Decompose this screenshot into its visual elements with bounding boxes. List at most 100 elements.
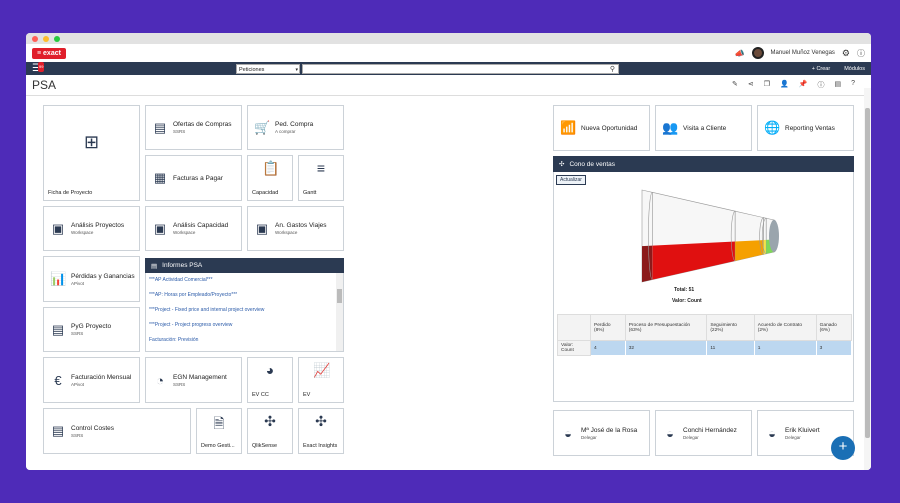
scrollbar[interactable] [336,273,343,351]
table-cell[interactable]: 4 [590,340,626,356]
table-cell[interactable]: 11 [706,340,755,356]
tile-label: Ofertas de Compras [173,121,232,128]
search-input[interactable]: ⚲ [302,64,619,74]
copy-icon[interactable]: ❐ [764,80,770,90]
tile-label: Facturación Mensual [71,373,132,381]
tile-label: Facturas a Pagar [173,174,223,182]
layout-icon[interactable]: ▤ [834,80,841,90]
info-icon[interactable]: ⓘ [817,80,824,90]
meeting-icon: 👥 [662,120,679,135]
tile-analisis-proyectos[interactable]: ▣ Análisis Proyectos Workspace [43,206,140,251]
maximize-dot[interactable] [54,35,60,42]
tile-sub: Workspace [275,230,298,235]
tile-demo-gestion[interactable]: 🗎 Demo Gesti... [196,408,242,454]
report-link[interactable]: ***Project - Project progress overview [146,318,343,333]
tile-gastos-viajes[interactable]: ▣ An. Gastos Viajes Workspace [247,206,344,251]
report-link[interactable]: Facturación: Previsión [146,333,343,348]
main-content: ⊞ Ficha de Proyecto ▤ Ofertas de Compras… [26,96,871,470]
globe-icon: 🌐 [764,120,781,135]
tile-ofertas-compras[interactable]: ▤ Ofertas de Compras SSRS [145,105,242,150]
page-scrollbar[interactable] [864,88,871,470]
scrollbar-thumb[interactable] [337,289,342,303]
tile-label: Reporting Ventas [785,124,835,132]
modules-button[interactable]: Módulos [844,66,865,72]
gear-icon[interactable]: ⚙ [842,48,850,59]
user-name[interactable]: Manuel Muñoz Venegas [771,50,835,56]
tile-gantt[interactable]: ≡ Gantt [298,155,344,201]
table-row[interactable]: Valor: Count 4 32 11 1 3 [557,340,853,356]
tile-label: PyG Proyecto [71,323,112,330]
report-icon: ▤ [153,119,167,135]
tile-egn-management[interactable]: ◔ EGN Management SSRS [145,357,242,403]
bar-chart-icon: 📊 [50,271,67,286]
org-chart-icon: ⊞ [83,132,100,152]
tile-facturacion-mensual[interactable]: € Facturación Mensual APivot [43,357,140,403]
mask-icon: ◒ [564,425,572,441]
tile-exact-insights[interactable]: ✣ Exact Insights [298,408,344,454]
chevron-down-icon: ▾ [295,67,298,73]
menu-icon[interactable]: ☰ 99 [32,61,45,74]
scrollbar-thumb[interactable] [865,108,870,438]
row-label: Valor: Count [557,340,591,356]
report-link[interactable]: ***AP: Horas por Empleado/Proyecto*** [146,288,343,303]
network-icon: ✣ [559,161,565,168]
tile-facturas-pagar[interactable]: ▦ Facturas a Pagar [145,155,242,201]
tile-ped-compra[interactable]: 🛒 Ped. Compra A comprar [247,105,344,150]
tile-label: Mª José de la Rosa [581,426,638,434]
report-icon: ▤ [151,262,158,270]
tile-sub: Delegar [581,434,597,440]
tile-label: Ficha de Proyecto [48,190,93,196]
tile-label: Pérdidas y Ganancias [71,272,135,280]
tile-analisis-capacidad[interactable]: ▣ Análisis Capacidad Workspace [145,206,242,251]
close-dot[interactable] [32,35,38,42]
table-header-row: Perdido (8%) Proceso de Presupuestación … [557,314,853,341]
pencil-icon[interactable]: ✎ [732,80,738,90]
report-icon: ▤ [51,321,65,337]
tile-ev-cc[interactable]: ◕ EV CC [247,357,293,403]
tile-perdidas-ganancias[interactable]: 📊 Pérdidas y Ganancias APivot [43,256,140,302]
table-cell[interactable]: 32 [624,340,708,356]
create-button[interactable]: + Crear [812,66,831,72]
add-button[interactable]: + [831,436,855,460]
help-icon[interactable]: ? [851,80,855,90]
tile-reporting-ventas[interactable]: 🌐 Reporting Ventas [757,105,854,151]
search-scope-select[interactable]: Peticiones ▾ [236,64,300,74]
tile-ficha-proyecto[interactable]: ⊞ Ficha de Proyecto [43,105,140,201]
tile-sub: A comprar [275,129,296,134]
tile-label: Control Costes [71,424,114,432]
search-icon[interactable]: ⚲ [610,65,615,74]
table-cell[interactable]: 3 [815,340,853,356]
tile-label: Demo Gesti... [201,443,235,449]
browser-window: ≡ exact 📣 Manuel Muñoz Venegas ⚙ ⓘ ☰ 99 P… [26,33,871,470]
line-chart-icon: 📈 [313,362,331,378]
tile-person-1[interactable]: ◒ Mª José de la Rosa Delegar [553,410,650,456]
tile-visita-cliente[interactable]: 👥 Visita a Cliente [655,105,752,151]
report-link[interactable]: ***AP Actividad Comercial*** [146,273,343,288]
megaphone-icon[interactable]: 📣 [735,49,745,58]
exact-logo[interactable]: ≡ exact [32,47,66,59]
cono-title: Cono de ventas [569,160,615,168]
tile-qliksense[interactable]: ✣ QlikSense [247,408,293,454]
tile-pyg-proyecto[interactable]: ▤ PyG Proyecto SSRS [43,307,140,352]
table-cell[interactable]: 1 [753,340,817,356]
tile-person-2[interactable]: ◒ Conchi Hernández Delegar [655,410,752,456]
avatar[interactable] [751,47,764,59]
trend-icon: 📶 [560,120,577,135]
info-icon[interactable]: ⓘ [857,48,865,59]
tile-nueva-oportunidad[interactable]: 📶 Nueva Oportunidad [553,105,650,151]
search-scope-value: Peticiones [239,67,265,73]
tile-control-costes[interactable]: ▤ Control Costes SSRS [43,408,191,454]
share-icon[interactable]: ⋖ [748,80,754,90]
invoice-icon: ▦ [153,170,167,185]
tile-label: Erik Kluivert [785,426,820,434]
pin-icon[interactable]: 📌 [799,80,808,90]
tile-ev[interactable]: 📈 EV [298,357,344,403]
funnel-chart: Total: 51 Valor: Count [641,189,779,304]
minimize-dot[interactable] [43,35,49,42]
user-icon[interactable]: 👤 [780,80,789,90]
informes-header: ▤ Informes PSA [145,258,344,273]
tile-capacidad[interactable]: 📋 Capacidad [247,155,293,201]
mask-icon: ◒ [666,425,674,441]
tile-label: EV [303,392,311,398]
report-link[interactable]: ***Project - Fixed price and internal pr… [146,303,343,318]
